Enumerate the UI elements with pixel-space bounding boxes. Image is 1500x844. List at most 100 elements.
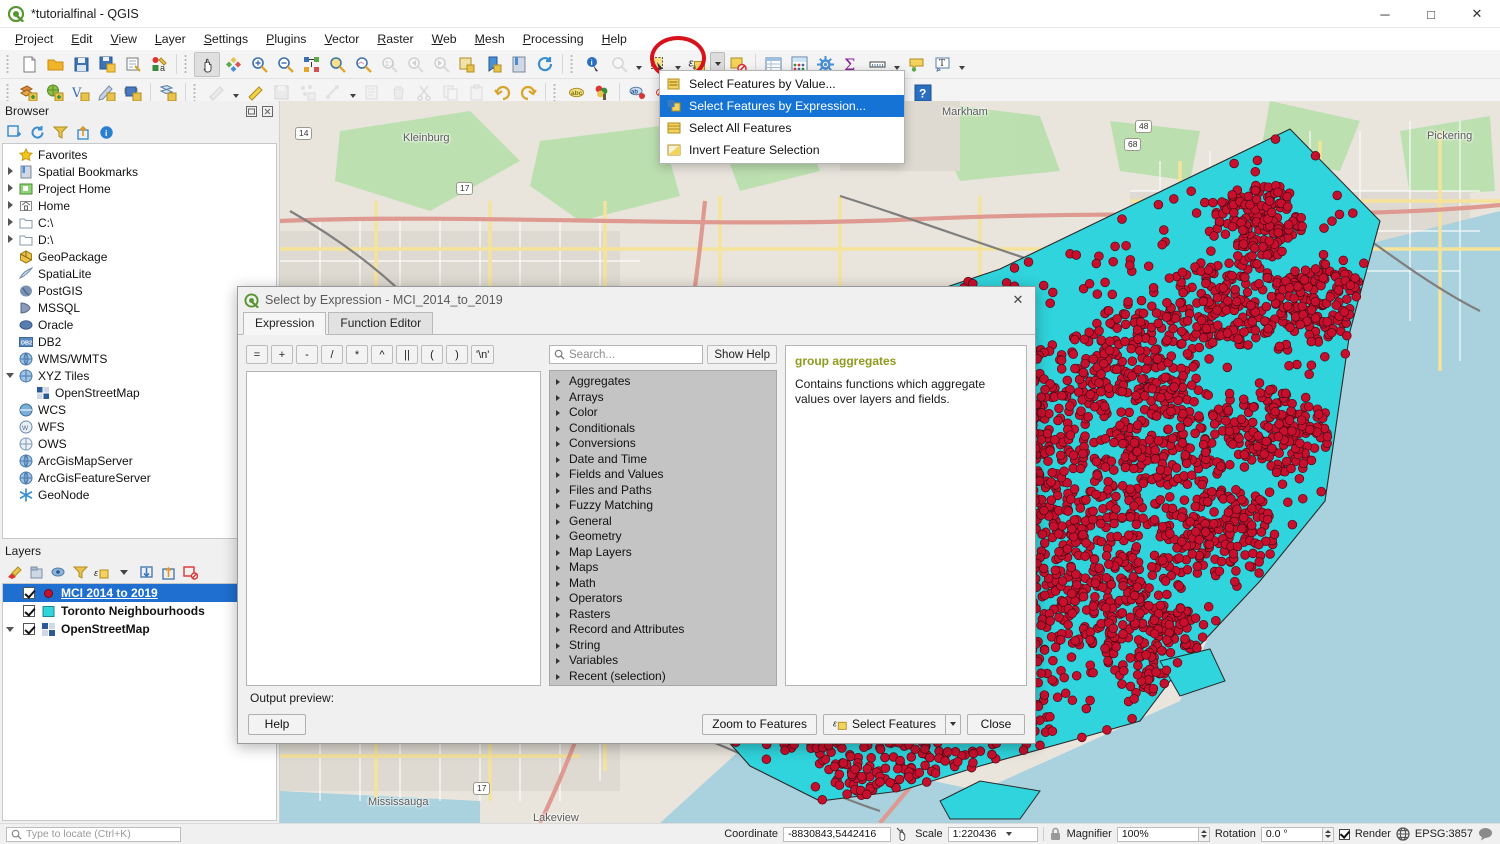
menu-settings[interactable]: Settings [195, 30, 257, 48]
browser-item-db2[interactable]: DB2 DB2 [3, 333, 276, 350]
open-project-icon[interactable] [42, 52, 68, 77]
expand-arrow-icon[interactable] [556, 452, 569, 466]
menu-raster[interactable]: Raster [368, 30, 422, 48]
filter-legend-icon[interactable] [72, 564, 88, 580]
toolbar-grip[interactable] [6, 82, 13, 103]
menu-layer[interactable]: Layer [146, 30, 195, 48]
measure-icon[interactable] [606, 52, 632, 77]
layer-visibility-checkbox[interactable] [23, 587, 35, 599]
show-bookmarks-icon[interactable] [506, 52, 532, 77]
properties-icon[interactable]: i [98, 124, 114, 140]
zoom-in-icon[interactable] [246, 52, 272, 77]
browser-item-arcgismapserver[interactable]: ArcGisMapServer [3, 452, 276, 469]
function-group-fuzzy-matching[interactable]: Fuzzy Matching [550, 497, 776, 513]
browser-item-wcs[interactable]: WCS [3, 401, 276, 418]
operator-button-[interactable]: + [271, 345, 293, 365]
expand-arrow-icon[interactable] [556, 591, 569, 605]
function-group-string[interactable]: String [550, 637, 776, 653]
browser-tree[interactable]: Favorites Spatial Bookmarks Project Home Ho… [2, 143, 277, 539]
function-group-geometry[interactable]: Geometry [550, 528, 776, 544]
expand-arrow-icon[interactable] [556, 545, 569, 559]
function-group-rasters[interactable]: Rasters [550, 606, 776, 622]
operator-button-[interactable]: * [346, 345, 368, 365]
expand-arrow-icon[interactable] [556, 529, 569, 543]
browser-item-arcgisfeatureserver[interactable]: ArcGisFeatureServer [3, 469, 276, 486]
function-group-recent-selection[interactable]: Recent (selection) [550, 668, 776, 684]
layer-item-toronto-neighbourhoods[interactable]: Toronto Neighbourhoods [3, 602, 276, 620]
layer-visibility-checkbox[interactable] [23, 623, 35, 635]
browser-item-wms-wmts[interactable]: WMS/WMTS [3, 350, 276, 367]
browser-item-ows[interactable]: OWS [3, 435, 276, 452]
browser-item-openstreetmap[interactable]: OpenStreetMap [3, 384, 276, 401]
expand-arrow-icon[interactable] [556, 669, 569, 683]
scale-combo[interactable]: 1:220436 [947, 826, 1038, 842]
browser-item-oracle[interactable]: Oracle [3, 316, 276, 333]
dialog-close-button[interactable]: ✕ [1007, 289, 1029, 311]
function-groups-tree[interactable]: Aggregates Arrays Color Conditionals Convers… [549, 370, 777, 687]
browser-item-spatial-bookmarks[interactable]: Spatial Bookmarks [3, 163, 276, 180]
zoom-next-icon[interactable] [428, 52, 454, 77]
expand-tree-icon[interactable] [138, 564, 154, 580]
function-group-general[interactable]: General [550, 513, 776, 529]
operator-button-[interactable]: ) [446, 345, 468, 365]
refresh-icon[interactable] [532, 52, 558, 77]
zoom-native-icon[interactable]: 1:1 [376, 52, 402, 77]
expand-arrow-icon[interactable] [3, 234, 17, 245]
expand-arrow-icon[interactable] [556, 436, 569, 450]
pan-to-selection-icon[interactable] [220, 52, 246, 77]
expression-input[interactable] [246, 371, 541, 687]
measure-dropdown-icon[interactable] [632, 52, 645, 77]
expand-arrow-icon[interactable] [556, 560, 569, 574]
expand-arrow-icon[interactable] [556, 653, 569, 667]
function-group-maps[interactable]: Maps [550, 559, 776, 575]
zoom-out-icon[interactable] [272, 52, 298, 77]
zoom-full-icon[interactable] [298, 52, 324, 77]
text-annotation-icon[interactable]: T [929, 52, 955, 77]
function-group-math[interactable]: Math [550, 575, 776, 591]
menu-project[interactable]: Project [6, 30, 62, 48]
zoom-to-features-button[interactable]: Zoom to Features [702, 713, 817, 735]
expand-arrow-icon[interactable] [556, 498, 569, 512]
expand-arrow-icon[interactable] [3, 183, 17, 194]
expand-arrow-icon[interactable] [556, 483, 569, 497]
function-group-variables[interactable]: Variables [550, 652, 776, 668]
expand-arrow-icon[interactable] [5, 625, 15, 634]
magnifier-stepper[interactable] [1198, 826, 1210, 842]
browser-item-c[interactable]: C:\ [3, 214, 276, 231]
expand-arrow-icon[interactable] [3, 217, 17, 228]
search-input[interactable]: Search... [549, 345, 704, 365]
toolbar-grip[interactable] [570, 54, 577, 74]
expand-arrow-icon[interactable] [556, 374, 569, 388]
expand-arrow-icon[interactable] [3, 166, 17, 177]
browser-item-favorites[interactable]: Favorites [3, 146, 276, 163]
open-layer-styling-icon[interactable] [6, 564, 22, 580]
expand-arrow-icon[interactable] [556, 576, 569, 590]
expand-arrow-icon[interactable] [556, 467, 569, 481]
filter-legend-expression-icon[interactable]: ε [94, 564, 110, 580]
close-button[interactable]: Close [967, 713, 1025, 735]
expand-arrow-icon[interactable] [556, 638, 569, 652]
browser-item-geopackage[interactable]: GeoPackage [3, 248, 276, 265]
collapse-tree-icon[interactable] [160, 564, 176, 580]
menu-web[interactable]: Web [423, 30, 466, 48]
save-project-as-icon[interactable] [94, 52, 120, 77]
function-group-aggregates[interactable]: Aggregates [550, 373, 776, 389]
crs-label[interactable]: EPSG:3857 [1415, 828, 1473, 840]
operator-button-[interactable]: / [321, 345, 343, 365]
function-group-map-layers[interactable]: Map Layers [550, 544, 776, 560]
extents-icon[interactable] [896, 827, 910, 841]
pan-map-icon[interactable] [194, 51, 220, 77]
coordinate-value[interactable]: -8830843,5442416 [783, 826, 892, 842]
function-group-operators[interactable]: Operators [550, 590, 776, 606]
select-features-dropdown-icon[interactable] [946, 713, 961, 735]
browser-item-mssql[interactable]: MSSQL [3, 299, 276, 316]
locator-search-input[interactable]: Type to locate (Ctrl+K) [6, 826, 181, 842]
menu-vector[interactable]: Vector [315, 30, 368, 48]
layer-item-openstreetmap[interactable]: OpenStreetMap [3, 620, 276, 638]
expand-arrow-icon[interactable] [556, 390, 569, 404]
expand-arrow-icon[interactable] [3, 371, 17, 380]
refresh-layer-icon[interactable] [454, 52, 480, 77]
toolbar-grip[interactable] [553, 82, 560, 103]
browser-item-wfs[interactable]: W WFS [3, 418, 276, 435]
function-group-date-and-time[interactable]: Date and Time [550, 451, 776, 467]
